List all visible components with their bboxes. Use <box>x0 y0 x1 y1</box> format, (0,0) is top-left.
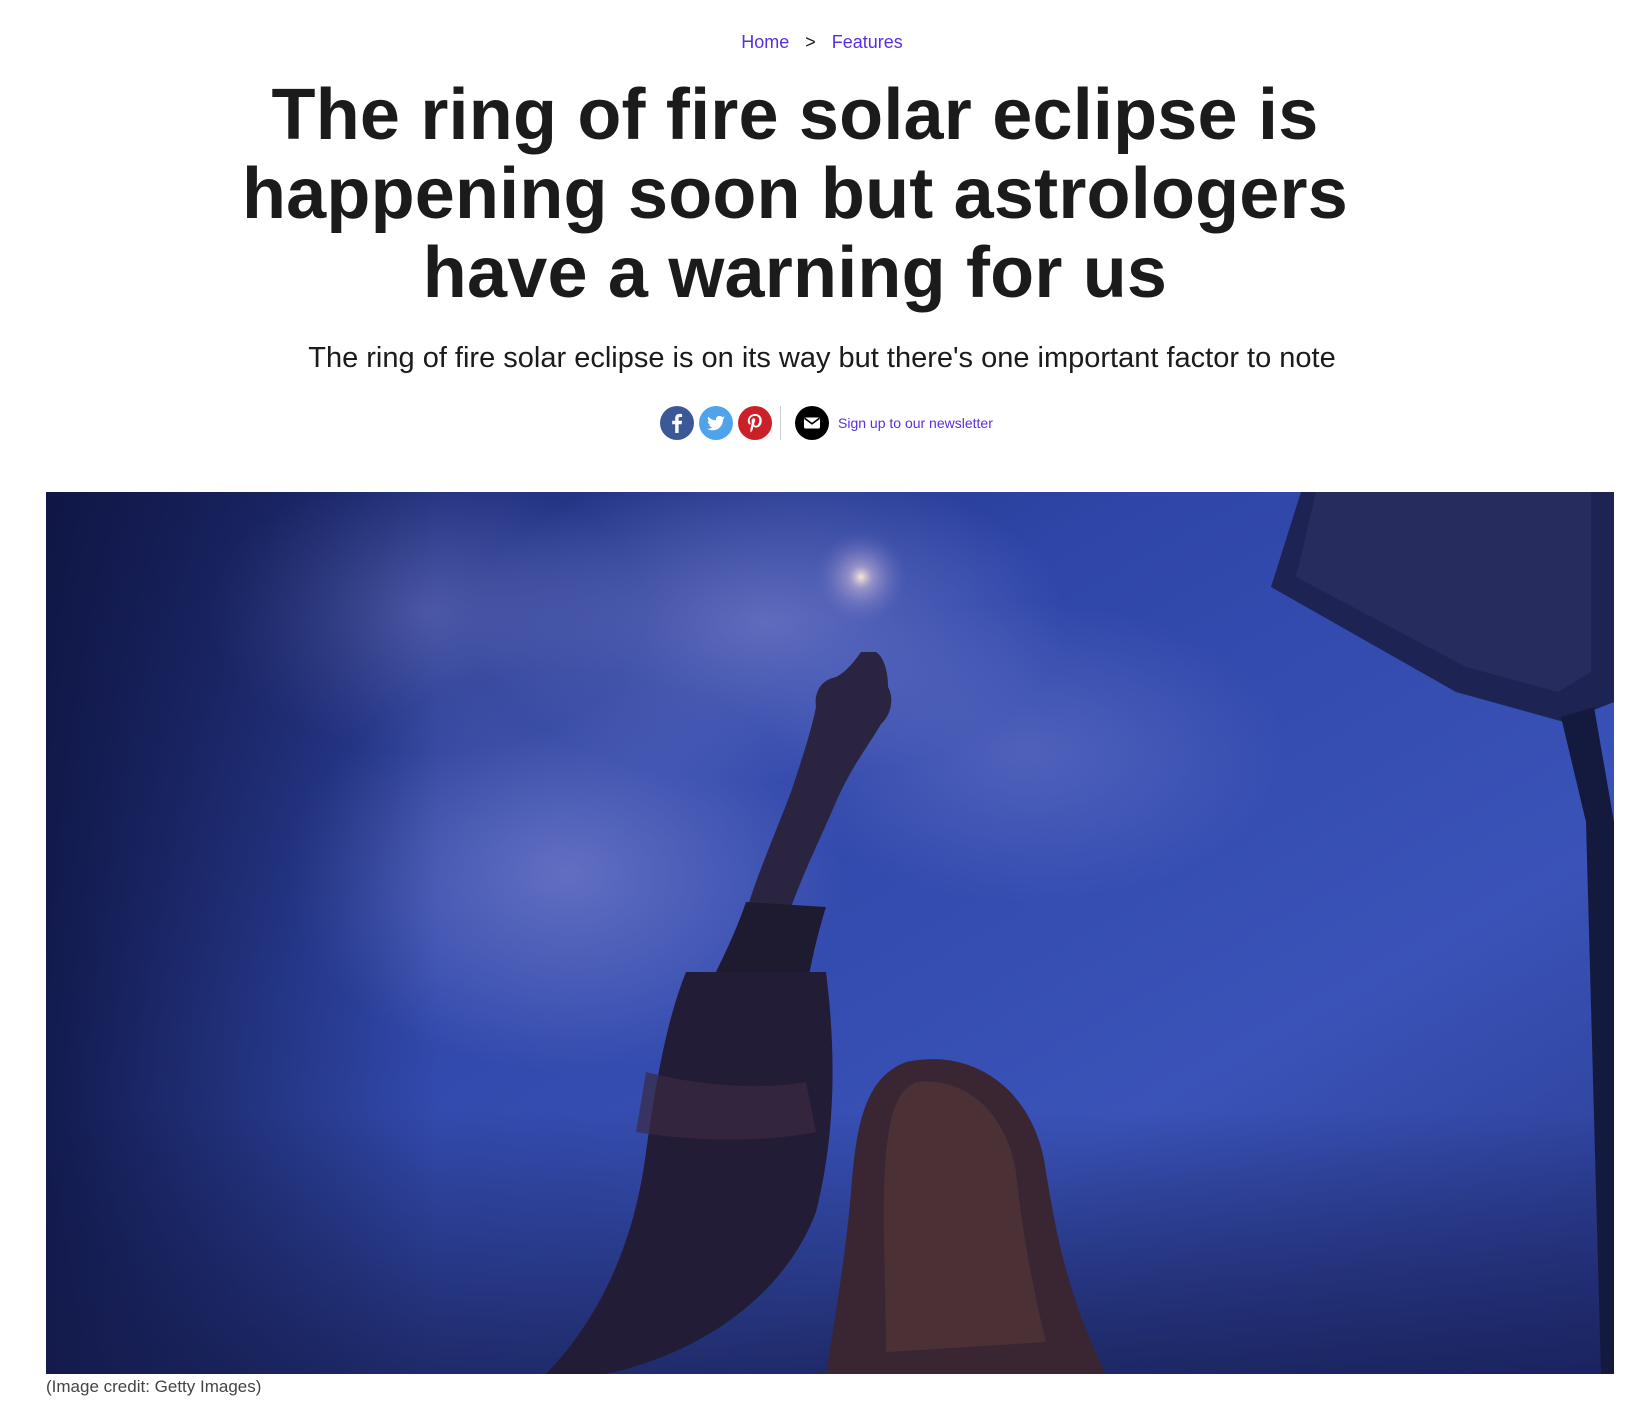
share-divider <box>780 406 781 440</box>
newsletter-icon-button[interactable] <box>795 406 829 440</box>
newsletter-signup-link[interactable]: Sign up to our newsletter <box>838 406 993 440</box>
twitter-icon <box>706 415 725 431</box>
breadcrumb: Home > Features <box>0 31 1644 53</box>
twitter-share-button[interactable] <box>699 406 733 440</box>
facebook-icon <box>672 413 683 433</box>
breadcrumb-separator: > <box>805 32 816 52</box>
breadcrumb-features-link[interactable]: Features <box>832 32 903 52</box>
breadcrumb-home-link[interactable]: Home <box>741 32 789 52</box>
share-bar: Sign up to our newsletter <box>660 405 993 441</box>
hero-image <box>46 492 1614 1374</box>
facebook-share-button[interactable] <box>660 406 694 440</box>
image-credit: (Image credit: Getty Images) <box>46 1377 262 1396</box>
envelope-icon <box>804 417 820 429</box>
pinterest-icon <box>747 414 762 433</box>
pinterest-share-button[interactable] <box>738 406 772 440</box>
article-subtitle: The ring of fire solar eclipse is on its… <box>308 342 1336 374</box>
hero-photo <box>46 492 1614 1374</box>
article-title: The ring of fire solar eclipse is happen… <box>241 75 1349 313</box>
